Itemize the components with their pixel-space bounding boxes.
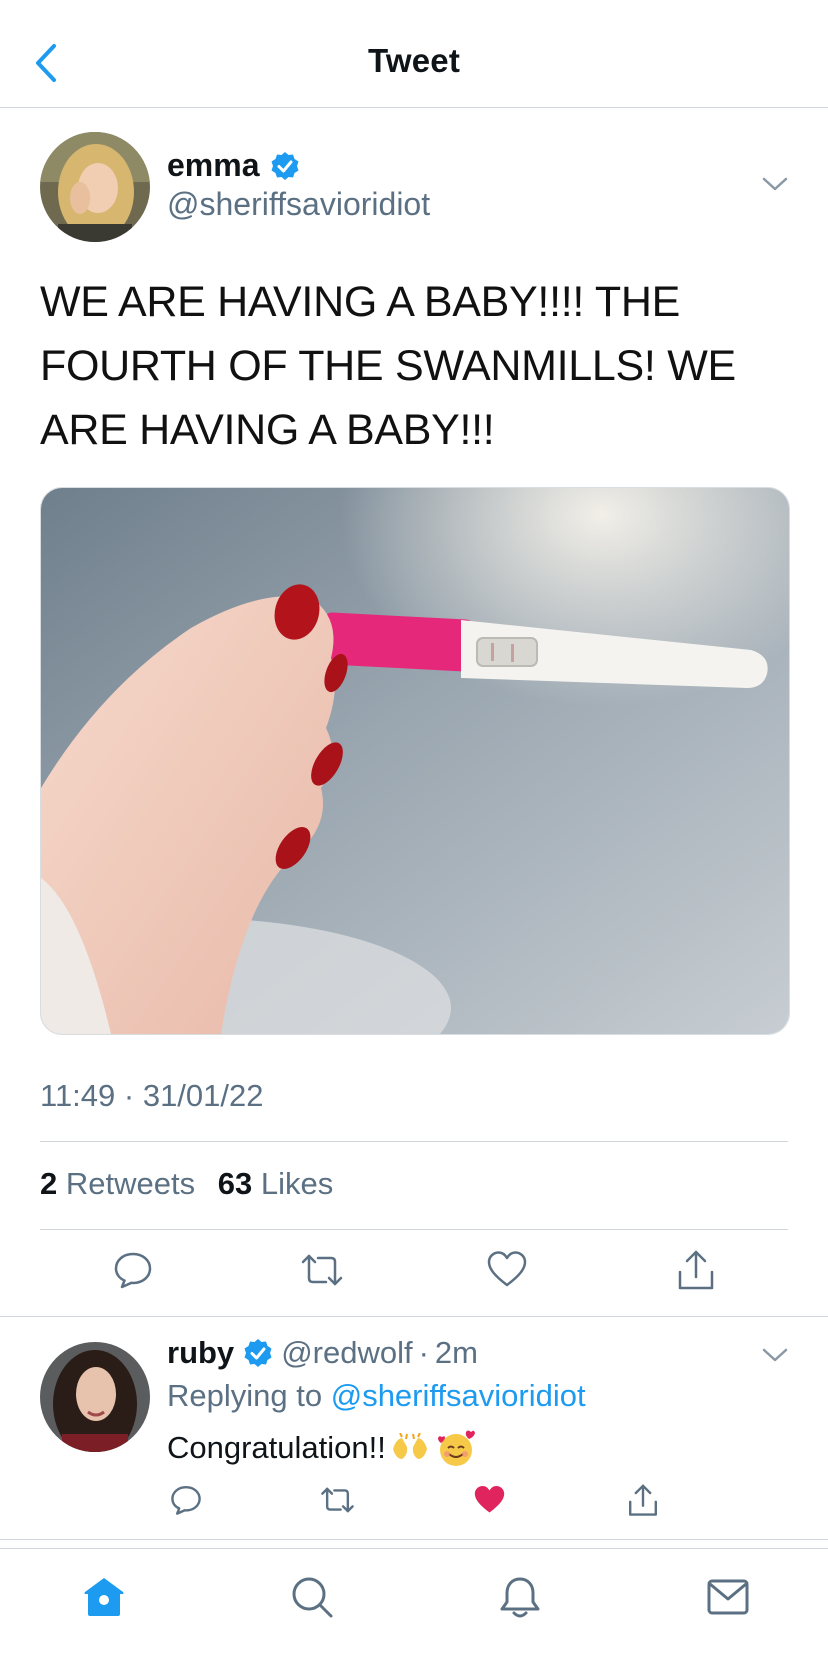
- messages-icon[interactable]: [706, 1575, 750, 1619]
- author-avatar[interactable]: [40, 132, 150, 242]
- likes-stat[interactable]: 63 Likes: [218, 1166, 333, 1202]
- home-icon[interactable]: [82, 1575, 126, 1619]
- header-bar: Tweet: [0, 0, 828, 108]
- reply-text-row: Congratulation!!: [167, 1428, 476, 1468]
- reply-options-chevron-icon[interactable]: [762, 1347, 788, 1363]
- divider: [40, 1141, 788, 1142]
- search-icon[interactable]: [290, 1575, 334, 1619]
- reply-header: ruby @redwolf · 2m: [167, 1335, 478, 1371]
- retweet-icon[interactable]: [300, 1250, 344, 1290]
- reply-share-icon[interactable]: [627, 1484, 659, 1518]
- retweets-stat[interactable]: 2 Retweets: [40, 1166, 195, 1202]
- share-icon[interactable]: [676, 1250, 716, 1292]
- reply-reply-icon[interactable]: [170, 1484, 202, 1516]
- likes-count: 63: [217, 1166, 253, 1201]
- divider: [40, 1229, 788, 1230]
- verified-badge-icon: [244, 1339, 272, 1367]
- replying-to-line: Replying to @sheriffsavioridiot: [167, 1378, 586, 1414]
- author-handle[interactable]: @sheriffsavioridiot: [167, 186, 430, 223]
- section-divider: [0, 1316, 828, 1317]
- author-name-row: emma: [167, 147, 300, 184]
- tweet-media-image[interactable]: [40, 487, 790, 1035]
- section-divider: [0, 1539, 828, 1540]
- reply-retweet-icon[interactable]: [320, 1484, 355, 1516]
- reply-like-icon-liked[interactable]: [473, 1484, 506, 1515]
- tweet-timestamp: 11:49 · 31/01/22: [40, 1078, 264, 1113]
- tweet-options-chevron-icon[interactable]: [762, 176, 788, 192]
- verified-badge-icon: [271, 151, 298, 180]
- likes-label: Likes: [260, 1166, 334, 1201]
- reply-author-avatar[interactable]: [40, 1342, 150, 1452]
- reply-author-name[interactable]: ruby: [167, 1335, 234, 1371]
- retweets-label: Retweets: [65, 1166, 196, 1201]
- notifications-icon[interactable]: [498, 1575, 542, 1621]
- smiling-face-with-hearts-emoji-icon: [437, 1430, 475, 1466]
- tweet-text: WE ARE HAVING A BABY!!!! THE FOURTH OF T…: [40, 278, 736, 454]
- reply-time: 2m: [434, 1335, 478, 1370]
- page-title: Tweet: [367, 42, 461, 79]
- like-icon[interactable]: [487, 1250, 527, 1288]
- reply-icon[interactable]: [113, 1250, 153, 1290]
- raising-hands-emoji-icon: [392, 1433, 427, 1459]
- replying-to-prefix: Replying to: [167, 1378, 323, 1413]
- tweet-stats: 2 Retweets 63 Likes: [40, 1166, 347, 1202]
- replying-to-link[interactable]: @sheriffsavioridiot: [331, 1378, 586, 1413]
- author-name[interactable]: emma: [167, 147, 260, 184]
- reply-author-handle[interactable]: @redwolf: [281, 1335, 412, 1371]
- retweets-count: 2: [40, 1166, 58, 1201]
- reply-text: Congratulation!!: [167, 1430, 386, 1465]
- reply-separator: ·: [418, 1335, 429, 1370]
- bottom-tab-bar: [0, 1548, 828, 1666]
